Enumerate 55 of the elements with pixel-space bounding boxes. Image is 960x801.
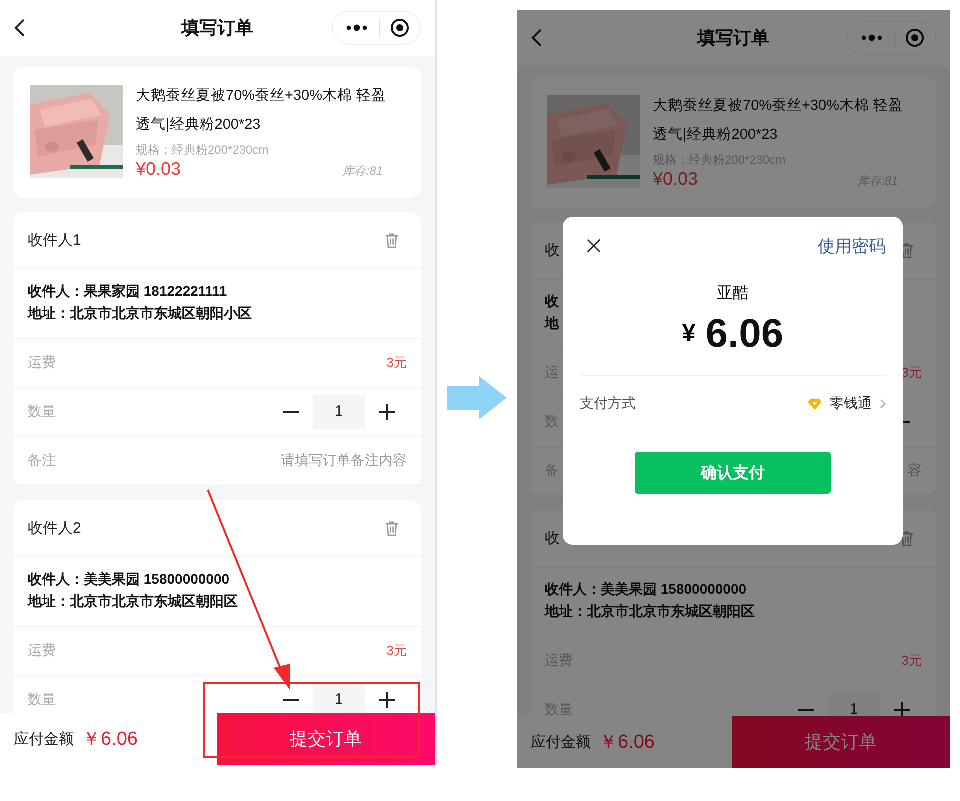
recipient-address: 地址：北京市北京市东城区朝阳区 <box>28 593 238 611</box>
capsule-menu[interactable] <box>332 11 421 45</box>
field-label: 运费 <box>28 642 56 660</box>
total-amount: ￥6.06 <box>82 728 138 752</box>
plus-icon[interactable] <box>379 404 395 420</box>
close-target-icon[interactable] <box>390 18 410 38</box>
submit-button[interactable]: 提交订单 <box>732 716 950 768</box>
product-spec: 规格：经典粉200*230cm <box>136 142 270 159</box>
diamond-icon <box>808 398 822 410</box>
currency-symbol: ¥ <box>682 320 696 348</box>
recipient-name: 收件人：果果家园 18122221111 <box>28 283 228 301</box>
page-title: 填写订单 <box>182 17 254 40</box>
trash-icon[interactable] <box>900 242 914 258</box>
plus-icon[interactable] <box>379 692 395 708</box>
recipient-name: 收 <box>545 293 559 311</box>
more-icon[interactable] <box>345 24 369 32</box>
field-label: 数量 <box>28 691 56 709</box>
total-amount: ￥6.06 <box>599 731 655 755</box>
recipient-address: 地址：北京市北京市东城区朝阳区 <box>545 603 755 621</box>
recipient-title: 收件人1 <box>28 230 82 250</box>
payment-method-label: 支付方式 <box>580 395 636 413</box>
page-title: 填写订单 <box>698 27 770 50</box>
flow-arrow <box>447 376 507 420</box>
shipping-fee: 3元 <box>386 642 407 660</box>
field-label: 数量 <box>28 403 56 421</box>
shipping-fee: 3元 <box>386 354 407 372</box>
quantity-field[interactable]: 1 <box>828 693 880 716</box>
recipient-name: 收件人：美美果园 15800000000 <box>28 571 230 589</box>
trash-icon[interactable] <box>900 530 914 546</box>
recipient-title: 收件人2 <box>28 518 82 538</box>
field-label: 备注 <box>28 452 56 470</box>
close-icon[interactable] <box>587 239 601 253</box>
submit-button[interactable]: 提交订单 <box>217 713 435 765</box>
back-icon[interactable] <box>14 18 26 38</box>
payment-amount: 6.06 <box>706 312 784 357</box>
total-label: 应付金额 <box>14 730 74 748</box>
note-field[interactable]: 请填写订单备注内容 <box>281 452 407 470</box>
stock-count: 库存:81 <box>342 163 383 180</box>
recipient-address: 地 <box>545 315 559 333</box>
product-title: 大鹅蚕丝夏被70%蚕丝+30%木棉 轻盈透气|经典粉200*23 <box>653 97 905 145</box>
quantity-field[interactable]: 1 <box>313 683 365 713</box>
recipient-title: 收 <box>545 528 560 548</box>
quantity-field[interactable]: 1 <box>313 395 365 429</box>
field-label: 运费 <box>28 354 56 372</box>
product-price: ¥0.03 <box>136 159 182 180</box>
payment-method-value[interactable]: 零钱通 <box>830 395 872 413</box>
recipient-address: 地址：北京市北京市东城区朝阳小区 <box>28 305 252 323</box>
product-title: 大鹅蚕丝夏被70%蚕丝+30%木棉 轻盈透气|经典粉200*23 <box>136 87 388 135</box>
payee-name: 亚酷 <box>717 284 749 304</box>
recipient-name: 收件人：美美果园 15800000000 <box>545 581 747 599</box>
use-password-link[interactable]: 使用密码 <box>818 234 886 258</box>
shipping-fee: 3元 <box>902 652 922 670</box>
recipient-title: 收 <box>545 240 560 260</box>
total-label: 应付金额 <box>531 732 591 752</box>
product-price: ¥0.03 <box>653 169 698 190</box>
